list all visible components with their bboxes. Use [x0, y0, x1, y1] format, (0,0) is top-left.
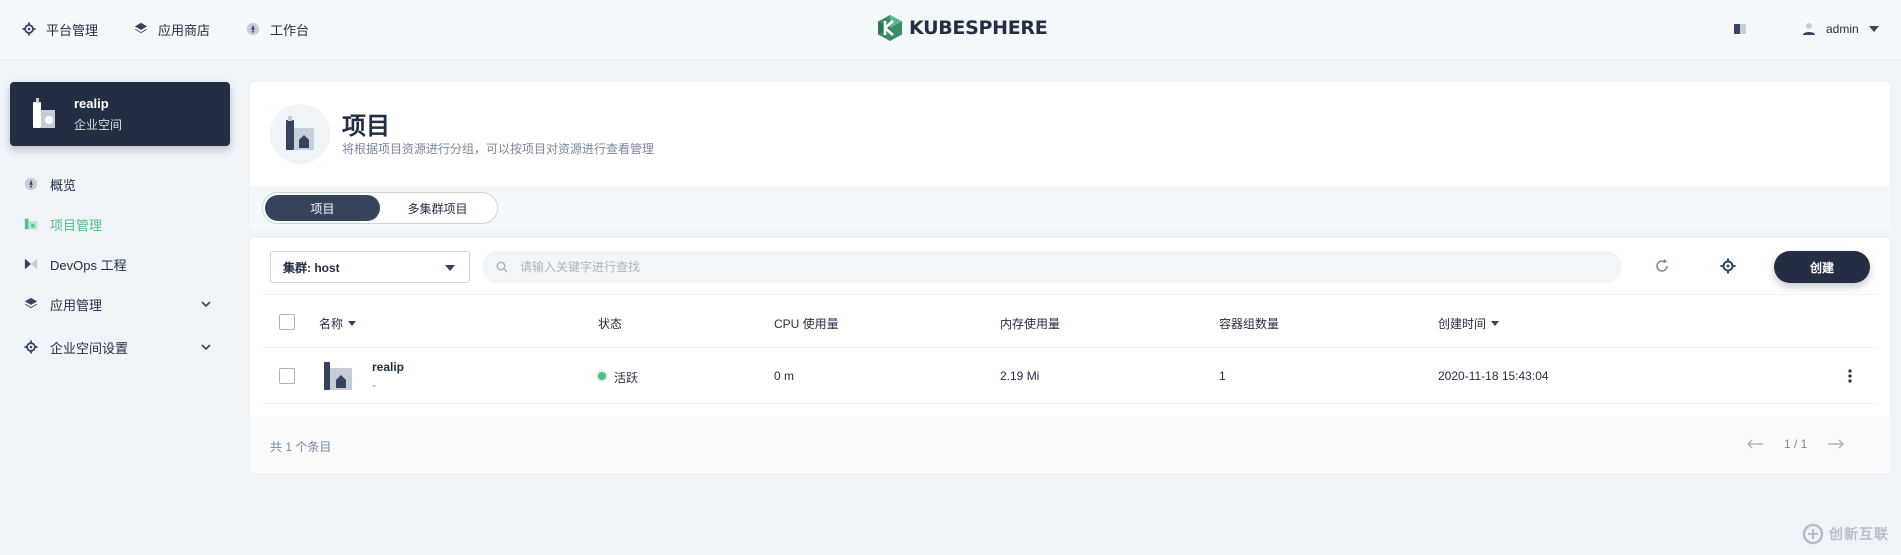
- watermark-text: 创新互联: [1829, 526, 1889, 542]
- column-header-cpu: CPU 使用量: [774, 315, 839, 332]
- sidebar-item-label: 企业空间设置: [50, 340, 129, 356]
- select-all-checkbox[interactable]: [279, 314, 295, 330]
- arrow-right-icon[interactable]: [1827, 439, 1845, 449]
- nav-app-store-label: 应用商店: [158, 22, 211, 38]
- compass-icon: [246, 22, 260, 36]
- sidebar-item-workspace-settings[interactable]: 企业空间设置: [24, 336, 220, 358]
- column-header-label: 名称: [319, 317, 344, 331]
- sidebar-item-app-management[interactable]: 应用管理: [24, 293, 220, 315]
- sort-icon: [348, 321, 357, 326]
- kubesphere-logo[interactable]: KUBESPHERE: [877, 13, 1048, 43]
- arrow-left-icon[interactable]: [1746, 439, 1764, 449]
- search-box: [482, 251, 1622, 283]
- column-header-label: 内存使用量: [1000, 317, 1061, 331]
- column-header-memory: 内存使用量: [1000, 315, 1060, 332]
- project-icon: [24, 218, 38, 230]
- project-icon: [324, 362, 352, 390]
- nav-workbench[interactable]: 工作台: [246, 18, 309, 40]
- tab-group: 项目 多集群项目: [262, 192, 498, 224]
- column-header-name[interactable]: 名称: [319, 315, 357, 332]
- workspace-card[interactable]: realip 企业空间: [10, 82, 230, 146]
- project-table-card: 集群: host 创建 名称 状态 CPU 使用量 内存使用量 容器组数量 创建: [250, 238, 1890, 473]
- column-header-label: CPU 使用量: [774, 317, 839, 331]
- nav-workbench-label: 工作台: [270, 22, 310, 38]
- user-menu[interactable]: admin: [1802, 18, 1879, 40]
- sidebar-item-label: 项目管理: [50, 217, 103, 233]
- kubesphere-logo-icon: [878, 15, 902, 41]
- layers-icon: [24, 297, 38, 309]
- page-title: 项目: [342, 113, 390, 140]
- refresh-icon[interactable]: [1654, 258, 1670, 274]
- total-count: 共 1 个条目: [270, 440, 332, 454]
- tab-multi-cluster-projects[interactable]: 多集群项目: [380, 195, 495, 221]
- chevron-down-icon: [201, 301, 211, 308]
- top-nav: 平台管理 应用商店 工作台 KUBESPHERE admin: [0, 0, 1901, 60]
- tab-projects[interactable]: 项目: [265, 195, 380, 221]
- workspace-name: realip: [74, 96, 109, 111]
- sidebar-item-devops[interactable]: DevOps 工程: [24, 253, 220, 275]
- column-header-label: 容器组数量: [1219, 317, 1280, 331]
- page-description: 将根据项目资源进行分组，可以按项目对资源进行查看管理: [342, 142, 655, 156]
- project-name[interactable]: realip: [372, 360, 404, 374]
- sidebar-item-label: 概览: [50, 177, 77, 193]
- status-active-dot: [598, 372, 606, 380]
- tab-bar: 项目 多集群项目: [250, 186, 1890, 230]
- pagination: 1 / 1: [1746, 436, 1845, 452]
- chevron-down-icon: [445, 265, 455, 271]
- nav-platform-management-label: 平台管理: [46, 22, 99, 38]
- nav-app-store[interactable]: 应用商店: [134, 18, 210, 40]
- sidebar-item-overview[interactable]: 概览: [24, 173, 220, 195]
- cluster-select[interactable]: 集群: host: [270, 251, 470, 283]
- row-checkbox[interactable]: [279, 368, 295, 384]
- workspace-subtitle: 企业空间: [74, 118, 123, 132]
- logo-text: KUBESPHERE: [909, 17, 1048, 39]
- column-header-status: 状态: [598, 315, 622, 332]
- table-toolbar: 集群: host 创建: [250, 238, 1890, 294]
- project-created-time: 2020-11-18 15:43:04: [1438, 369, 1549, 383]
- project-header-icon: [270, 104, 330, 164]
- gear-icon: [24, 340, 38, 354]
- sidebar-item-label: 应用管理: [50, 297, 103, 313]
- layers-icon: [134, 22, 148, 34]
- more-options-icon[interactable]: [1842, 368, 1858, 384]
- chevron-down-icon: [1868, 26, 1879, 32]
- gear-icon[interactable]: [1720, 258, 1736, 274]
- devops-icon: [24, 258, 38, 270]
- sidebar-item-project-management[interactable]: 项目管理: [24, 213, 220, 235]
- project-description: -: [372, 378, 376, 392]
- search-icon: [496, 261, 508, 273]
- project-memory: 2.19 Mi: [1000, 369, 1040, 383]
- column-header-label: 状态: [598, 317, 623, 331]
- chevron-down-icon: [201, 344, 211, 351]
- table-footer: 共 1 个条目 1 / 1: [250, 416, 1890, 473]
- project-pods: 1: [1219, 369, 1226, 383]
- cluster-select-value: 集群: host: [283, 260, 340, 275]
- project-status: 活跃: [614, 371, 639, 385]
- document-icon[interactable]: [1733, 22, 1747, 36]
- column-header-label: 创建时间: [1438, 317, 1487, 331]
- project-cpu: 0 m: [774, 369, 795, 383]
- gear-icon: [22, 22, 36, 36]
- page-indicator: 1 / 1: [1784, 437, 1808, 451]
- table-header: 名称 状态 CPU 使用量 内存使用量 容器组数量 创建时间: [262, 294, 1878, 348]
- table-row[interactable]: realip - 活跃 0 m 2.19 Mi 1 2020-11-18 15:…: [262, 348, 1878, 404]
- nav-platform-management[interactable]: 平台管理: [22, 18, 98, 40]
- compass-icon: [24, 177, 38, 191]
- search-input[interactable]: [520, 253, 1600, 281]
- sort-icon: [1491, 321, 1500, 326]
- sidebar-item-label: DevOps 工程: [50, 257, 127, 273]
- user-name: admin: [1826, 22, 1859, 36]
- watermark: 创新互联: [1802, 522, 1889, 546]
- create-button[interactable]: 创建: [1774, 251, 1870, 283]
- workspace-icon: [33, 98, 55, 128]
- column-header-created[interactable]: 创建时间: [1438, 315, 1500, 332]
- watermark-logo-icon: [1802, 523, 1824, 545]
- user-icon: [1803, 23, 1815, 35]
- column-header-pods: 容器组数量: [1219, 315, 1279, 332]
- page-header: 项目 将根据项目资源进行分组，可以按项目对资源进行查看管理: [250, 82, 1890, 186]
